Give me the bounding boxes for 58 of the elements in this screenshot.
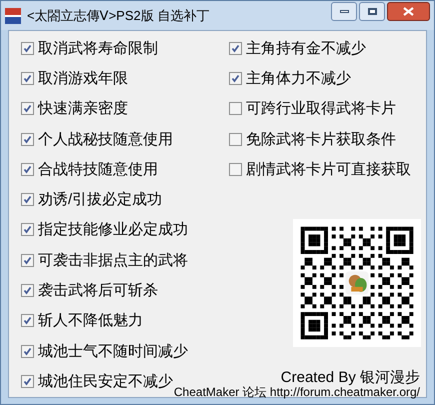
forum-credit: CheatMaker 论坛 http://forum.cheatmaker.org/ <box>174 386 420 399</box>
checkmark-icon <box>23 195 32 204</box>
checkbox[interactable] <box>21 314 34 328</box>
app-icon <box>5 8 21 24</box>
maximize-icon <box>368 8 376 15</box>
option-label: 指定技能修业必定成功 <box>38 222 188 238</box>
checkbox[interactable] <box>21 223 34 236</box>
checkbox[interactable] <box>21 132 34 146</box>
checkbox[interactable] <box>21 162 34 176</box>
close-button[interactable] <box>387 2 430 21</box>
checkmark-icon <box>23 316 32 326</box>
option-label: 剧情武将卡片可直接获取 <box>246 162 411 177</box>
option-label: 斩人不降低魅力 <box>38 313 143 328</box>
option-label: 可跨行业取得武将卡片 <box>246 101 396 116</box>
checkbox[interactable] <box>229 162 242 176</box>
checkmark-icon <box>23 74 32 83</box>
checkmark-icon <box>23 256 32 265</box>
checkmark-icon <box>23 376 32 386</box>
option-label: 城池士气不随时间减少 <box>38 344 188 359</box>
checkbox[interactable] <box>21 254 34 267</box>
option-label: 主角体力不减少 <box>246 70 351 86</box>
checkbox[interactable] <box>21 72 34 85</box>
checkbox[interactable] <box>229 132 242 146</box>
checkmark-icon <box>23 134 32 144</box>
option-label: 劝诱/引拔必定成功 <box>38 192 162 208</box>
option-label: 取消游戏年限 <box>38 70 128 86</box>
checkmark-icon <box>231 74 240 83</box>
option-label: 主角持有金不减少 <box>246 40 366 56</box>
option-label: 袭击武将后可斩杀 <box>38 283 158 298</box>
maximize-button[interactable] <box>359 2 385 21</box>
checkbox[interactable] <box>21 193 34 206</box>
checkbox[interactable] <box>229 72 242 85</box>
checkmark-icon <box>231 44 240 53</box>
checkmark-icon <box>23 346 32 356</box>
minimize-button[interactable] <box>331 2 357 21</box>
window-title: <太閤立志傳Ⅴ>PS2版 自选补丁 <box>27 6 210 25</box>
option-label: 合战特技随意使用 <box>38 162 158 177</box>
option-label: 取消武将寿命限制 <box>38 40 158 56</box>
minimize-icon <box>340 10 348 13</box>
checkbox[interactable] <box>229 42 242 55</box>
checkbox[interactable] <box>229 102 242 116</box>
checkbox[interactable] <box>21 344 34 358</box>
close-icon <box>403 7 414 16</box>
option-label: 个人战秘技随意使用 <box>38 132 173 147</box>
checkmark-icon <box>23 104 32 114</box>
option-label: 快速满亲密度 <box>38 101 128 116</box>
checkmark-icon <box>23 44 32 53</box>
checkmark-icon <box>23 164 32 174</box>
option-label: 可袭击非据点主的武将 <box>38 252 188 268</box>
checkbox[interactable] <box>21 284 34 298</box>
checkbox[interactable] <box>21 102 34 116</box>
option-label: 城池住民安定不减少 <box>38 374 173 389</box>
option-label: 免除武将卡片获取条件 <box>246 132 396 147</box>
checkbox[interactable] <box>21 374 34 388</box>
checkmark-icon <box>23 286 32 296</box>
checkmark-icon <box>23 225 32 234</box>
checkbox[interactable] <box>21 42 34 55</box>
author-credit: Created By 银河漫步 <box>280 370 420 386</box>
